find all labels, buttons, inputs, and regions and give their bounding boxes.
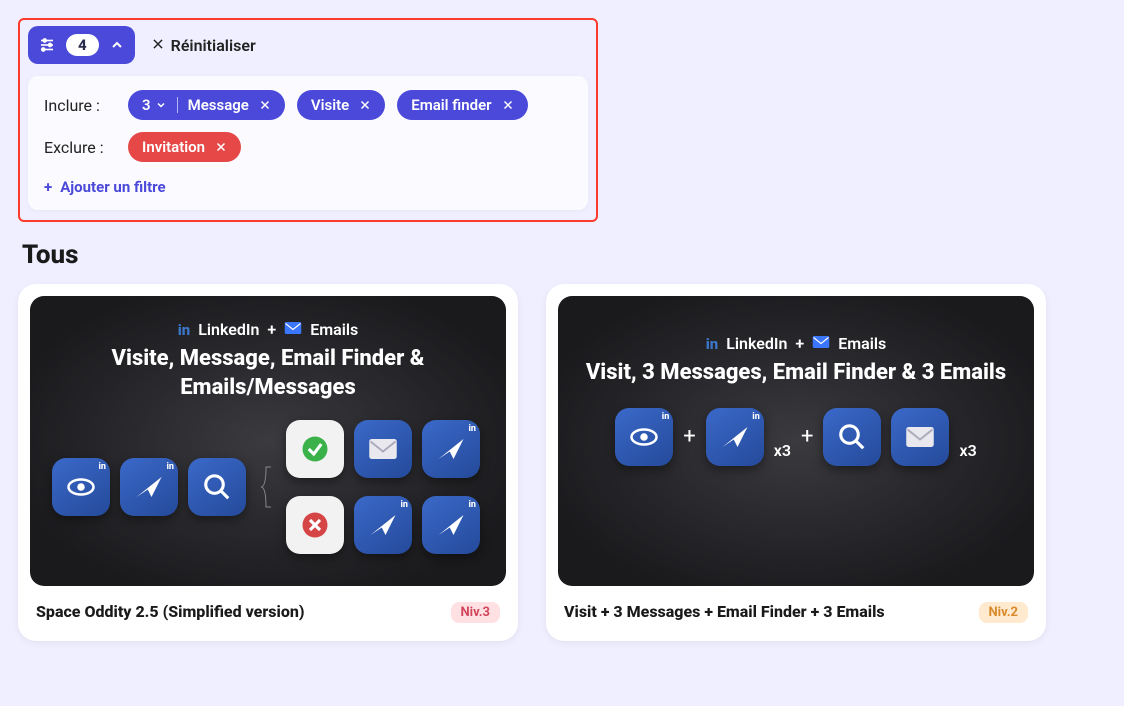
reset-button[interactable]: Réinitialiser (151, 36, 256, 55)
hero-plus: + (795, 334, 804, 353)
exclude-chip-invitation[interactable]: Invitation (128, 132, 241, 162)
filter-panel: 4 Réinitialiser Inclure : 3 Mes (18, 18, 598, 222)
filter-count: 4 (66, 34, 99, 56)
include-label: Inclure : (44, 96, 116, 115)
linkedin-icon: in (178, 321, 191, 339)
chip-label: Invitation (142, 138, 205, 156)
workflow-diagram: in in (52, 420, 484, 554)
search-icon (188, 458, 246, 516)
level-badge: Niv.2 (979, 602, 1029, 623)
filter-body: Inclure : 3 Message Visite Email (28, 76, 588, 210)
chip-dropdown-value: 3 (142, 96, 151, 114)
hero-title: Visite, Message, Email Finder & Emails/M… (52, 345, 484, 402)
add-filter-label: Ajouter un filtre (60, 178, 165, 196)
envelope-icon (284, 320, 302, 339)
chip-remove[interactable] (502, 99, 514, 111)
chip-remove[interactable] (359, 99, 371, 111)
hero-emails-label: Emails (310, 320, 358, 339)
exclude-row: Exclure : Invitation (44, 132, 572, 162)
card-footer: Visit + 3 Messages + Email Finder + 3 Em… (546, 598, 1046, 641)
chip-label: Visite (311, 96, 349, 114)
close-icon (151, 36, 165, 55)
template-card[interactable]: in LinkedIn + Emails Visite, Message, Em… (18, 284, 518, 641)
card-title: Space Oddity 2.5 (Simplified version) (36, 602, 304, 621)
section-title: Tous (22, 240, 1106, 270)
visit-icon: in (52, 458, 110, 516)
add-filter-button[interactable]: + Ajouter un filtre (44, 178, 166, 196)
multiplier-label: x3 (774, 441, 791, 460)
hero-channels: in LinkedIn + Emails (580, 334, 1012, 353)
chip-dropdown[interactable]: 3 (142, 96, 167, 114)
hero-channels: in LinkedIn + Emails (52, 320, 484, 339)
plus-icon: + (801, 424, 813, 449)
message-icon: in (422, 420, 480, 478)
linkedin-icon: in (706, 335, 719, 353)
hero-emails-label: Emails (838, 334, 886, 353)
template-card[interactable]: in LinkedIn + Emails Visit, 3 Messages, … (546, 284, 1046, 641)
message-icon: in (422, 496, 480, 554)
branch-connector (256, 457, 276, 517)
card-hero: in LinkedIn + Emails Visit, 3 Messages, … (558, 296, 1034, 586)
filter-header: 4 Réinitialiser (28, 26, 588, 64)
email-icon (354, 420, 412, 478)
plus-icon: + (683, 424, 695, 449)
level-badge: Niv.3 (451, 602, 501, 623)
filter-toggle[interactable]: 4 (28, 26, 135, 64)
include-chip-message[interactable]: 3 Message (128, 90, 285, 120)
message-icon: in (120, 458, 178, 516)
reset-label: Réinitialiser (171, 36, 256, 55)
chip-divider (177, 97, 178, 113)
email-icon (891, 408, 949, 466)
include-row: Inclure : 3 Message Visite Email (44, 90, 572, 120)
workflow-diagram: in + in x3 + x3 (580, 408, 1012, 466)
chip-label: Message (188, 96, 249, 114)
envelope-icon (812, 334, 830, 353)
card-title: Visit + 3 Messages + Email Finder + 3 Em… (564, 602, 885, 621)
chip-remove[interactable] (259, 99, 271, 111)
card-footer: Space Oddity 2.5 (Simplified version) Ni… (18, 598, 518, 641)
card-hero: in LinkedIn + Emails Visite, Message, Em… (30, 296, 506, 586)
plus-icon: + (44, 178, 52, 196)
visit-icon: in (615, 408, 673, 466)
chip-label: Email finder (411, 96, 491, 114)
message-icon: in (706, 408, 764, 466)
message-icon: in (354, 496, 412, 554)
cards-row: in LinkedIn + Emails Visite, Message, Em… (18, 284, 1106, 641)
chevron-up-icon (109, 37, 125, 53)
sliders-icon (38, 36, 56, 54)
exclude-label: Exclure : (44, 138, 116, 157)
hero-linkedin-label: LinkedIn (726, 334, 787, 353)
multiplier-label: x3 (959, 441, 976, 460)
hero-plus: + (267, 320, 276, 339)
include-chip-email-finder[interactable]: Email finder (397, 90, 527, 120)
hero-linkedin-label: LinkedIn (198, 320, 259, 339)
chip-remove[interactable] (215, 141, 227, 153)
hero-title: Visit, 3 Messages, Email Finder & 3 Emai… (580, 359, 1012, 388)
fail-icon (286, 496, 344, 554)
search-icon (823, 408, 881, 466)
success-icon (286, 420, 344, 478)
include-chip-visite[interactable]: Visite (297, 90, 385, 120)
